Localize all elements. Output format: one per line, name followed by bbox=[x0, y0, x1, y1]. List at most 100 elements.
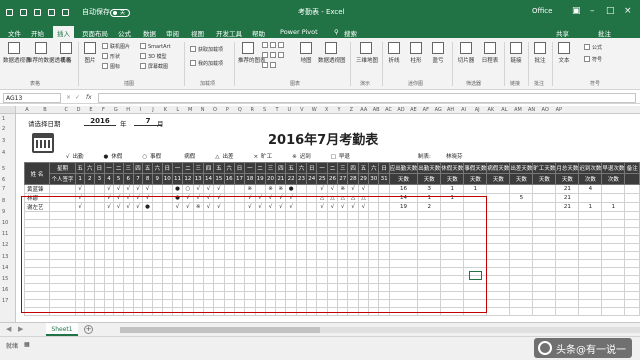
row-header[interactable]: 13 bbox=[2, 254, 8, 260]
row-header[interactable]: 10 bbox=[2, 220, 8, 226]
ribbon-display-icon[interactable]: ▣ bbox=[572, 6, 581, 16]
stat-cell[interactable]: 21 bbox=[555, 184, 580, 194]
empty-cell[interactable] bbox=[578, 243, 603, 252]
empty-cell[interactable] bbox=[532, 235, 557, 244]
empty-cell[interactable] bbox=[509, 219, 534, 228]
column-header[interactable]: M bbox=[188, 107, 192, 113]
screenshot-button[interactable]: 屏幕截图 bbox=[140, 63, 168, 70]
attendance-mark[interactable] bbox=[254, 184, 266, 194]
empty-cell[interactable] bbox=[486, 259, 511, 268]
empty-cell[interactable] bbox=[486, 211, 511, 220]
empty-cell[interactable] bbox=[532, 299, 557, 308]
row-header[interactable]: 11 bbox=[2, 231, 8, 237]
row-header[interactable]: 15 bbox=[2, 276, 8, 282]
empty-cell[interactable] bbox=[509, 299, 534, 308]
column-header[interactable]: AH bbox=[447, 107, 454, 113]
empty-cell[interactable] bbox=[601, 283, 626, 292]
account-name[interactable]: Office bbox=[532, 7, 552, 15]
tab-page-layout[interactable]: 页面布局 bbox=[82, 28, 108, 38]
empty-cell[interactable] bbox=[601, 243, 626, 252]
stat-cell[interactable] bbox=[532, 202, 557, 212]
column-header[interactable]: AA bbox=[360, 107, 367, 113]
column-header[interactable]: J bbox=[152, 107, 153, 113]
empty-cell[interactable] bbox=[578, 227, 603, 236]
recommended-pivot-button[interactable]: 推荐的数据透视表 bbox=[27, 42, 71, 64]
pictures-button[interactable]: 图片 bbox=[82, 42, 98, 64]
pivot-table-button[interactable]: 数据透视表 bbox=[3, 42, 31, 64]
column-header[interactable]: H bbox=[126, 107, 130, 113]
tab-scroll-right-icon[interactable]: ▶ bbox=[18, 325, 23, 333]
comments-button[interactable]: 批注 bbox=[598, 28, 611, 38]
attendance-mark[interactable] bbox=[151, 184, 163, 194]
signature-cell[interactable] bbox=[49, 184, 76, 194]
column-header[interactable]: AK bbox=[487, 107, 494, 113]
empty-cell[interactable] bbox=[624, 227, 640, 236]
smartart-button[interactable]: SmartArt bbox=[140, 43, 171, 50]
stat-cell[interactable] bbox=[624, 202, 640, 212]
column-header[interactable]: K bbox=[164, 107, 167, 113]
my-addins-button[interactable]: 我的加载项 bbox=[190, 60, 223, 67]
scrollbar-thumb[interactable] bbox=[120, 327, 320, 333]
empty-cell[interactable] bbox=[555, 307, 580, 316]
column-header[interactable]: AB bbox=[373, 107, 380, 113]
year-input[interactable]: 2016 bbox=[84, 117, 116, 126]
column-header[interactable]: E bbox=[89, 107, 92, 113]
column-header[interactable]: F bbox=[102, 107, 105, 113]
attendance-mark[interactable] bbox=[378, 184, 390, 194]
attendance-mark[interactable]: √ bbox=[326, 184, 339, 194]
equation-button[interactable]: 公式 bbox=[584, 44, 602, 51]
attendance-mark[interactable]: √ bbox=[192, 184, 204, 194]
row-header[interactable]: 9 bbox=[2, 209, 5, 215]
column-header[interactable]: T bbox=[275, 107, 278, 113]
column-header[interactable]: X bbox=[325, 107, 328, 113]
attendance-mark[interactable]: √ bbox=[202, 184, 215, 194]
3d-models-button[interactable]: 3D 模型 bbox=[140, 53, 167, 60]
empty-cell[interactable] bbox=[509, 283, 534, 292]
empty-cell[interactable] bbox=[532, 251, 557, 260]
column-header[interactable]: V bbox=[300, 107, 303, 113]
empty-cell[interactable] bbox=[601, 251, 626, 260]
column-header[interactable]: Y bbox=[337, 107, 340, 113]
row-header[interactable]: 16 bbox=[2, 287, 8, 293]
line-chart-gallery[interactable] bbox=[262, 52, 286, 59]
empty-cell[interactable] bbox=[578, 235, 603, 244]
share-button[interactable]: 共享 bbox=[556, 28, 569, 38]
column-header[interactable]: W bbox=[312, 107, 317, 113]
empty-cell[interactable] bbox=[624, 219, 640, 228]
empty-cell[interactable] bbox=[555, 211, 580, 220]
empty-cell[interactable] bbox=[624, 211, 640, 220]
empty-cell[interactable] bbox=[578, 219, 603, 228]
empty-cell[interactable] bbox=[555, 219, 580, 228]
sparkline-winloss-button[interactable]: 盈亏 bbox=[430, 42, 446, 64]
stat-cell[interactable] bbox=[624, 184, 640, 194]
insert-function-button[interactable]: fx bbox=[86, 94, 92, 101]
attendance-mark[interactable] bbox=[161, 184, 173, 194]
row-header[interactable]: 12 bbox=[2, 242, 8, 248]
empty-cell[interactable] bbox=[486, 283, 511, 292]
attendance-mark[interactable] bbox=[223, 184, 235, 194]
tab-power-pivot[interactable]: Power Pivot bbox=[280, 28, 318, 36]
empty-cell[interactable] bbox=[509, 307, 534, 316]
column-header[interactable]: I bbox=[140, 107, 141, 113]
empty-cell[interactable] bbox=[486, 219, 511, 228]
empty-cell[interactable] bbox=[601, 307, 626, 316]
column-header[interactable]: AF bbox=[423, 107, 429, 113]
stat-cell[interactable]: 21 bbox=[555, 193, 580, 203]
stat-cell[interactable] bbox=[509, 202, 534, 212]
tab-developer[interactable]: 开发工具 bbox=[216, 28, 242, 38]
worksheet[interactable]: 请选择日期 2016 年 7 月 2016年7月考勤表 √ 出勤 ● 休假 ○ 事假 病假 △… bbox=[16, 114, 640, 322]
column-header[interactable]: S bbox=[263, 107, 266, 113]
tab-home[interactable]: 开始 bbox=[31, 28, 44, 38]
empty-cell[interactable] bbox=[509, 227, 534, 236]
attendance-mark[interactable] bbox=[94, 184, 105, 194]
attendance-mark[interactable]: √ bbox=[103, 184, 115, 194]
column-chart-gallery[interactable] bbox=[262, 42, 286, 49]
attendance-mark[interactable]: ※ bbox=[264, 184, 277, 194]
empty-cell[interactable] bbox=[624, 299, 640, 308]
column-header[interactable]: B bbox=[43, 107, 46, 113]
attendance-mark[interactable]: √ bbox=[347, 184, 359, 194]
redo-icon[interactable] bbox=[48, 9, 55, 16]
icons-button[interactable]: 图标 bbox=[102, 63, 120, 70]
empty-cell[interactable] bbox=[555, 235, 580, 244]
enter-icon[interactable]: ✓ bbox=[75, 94, 80, 101]
